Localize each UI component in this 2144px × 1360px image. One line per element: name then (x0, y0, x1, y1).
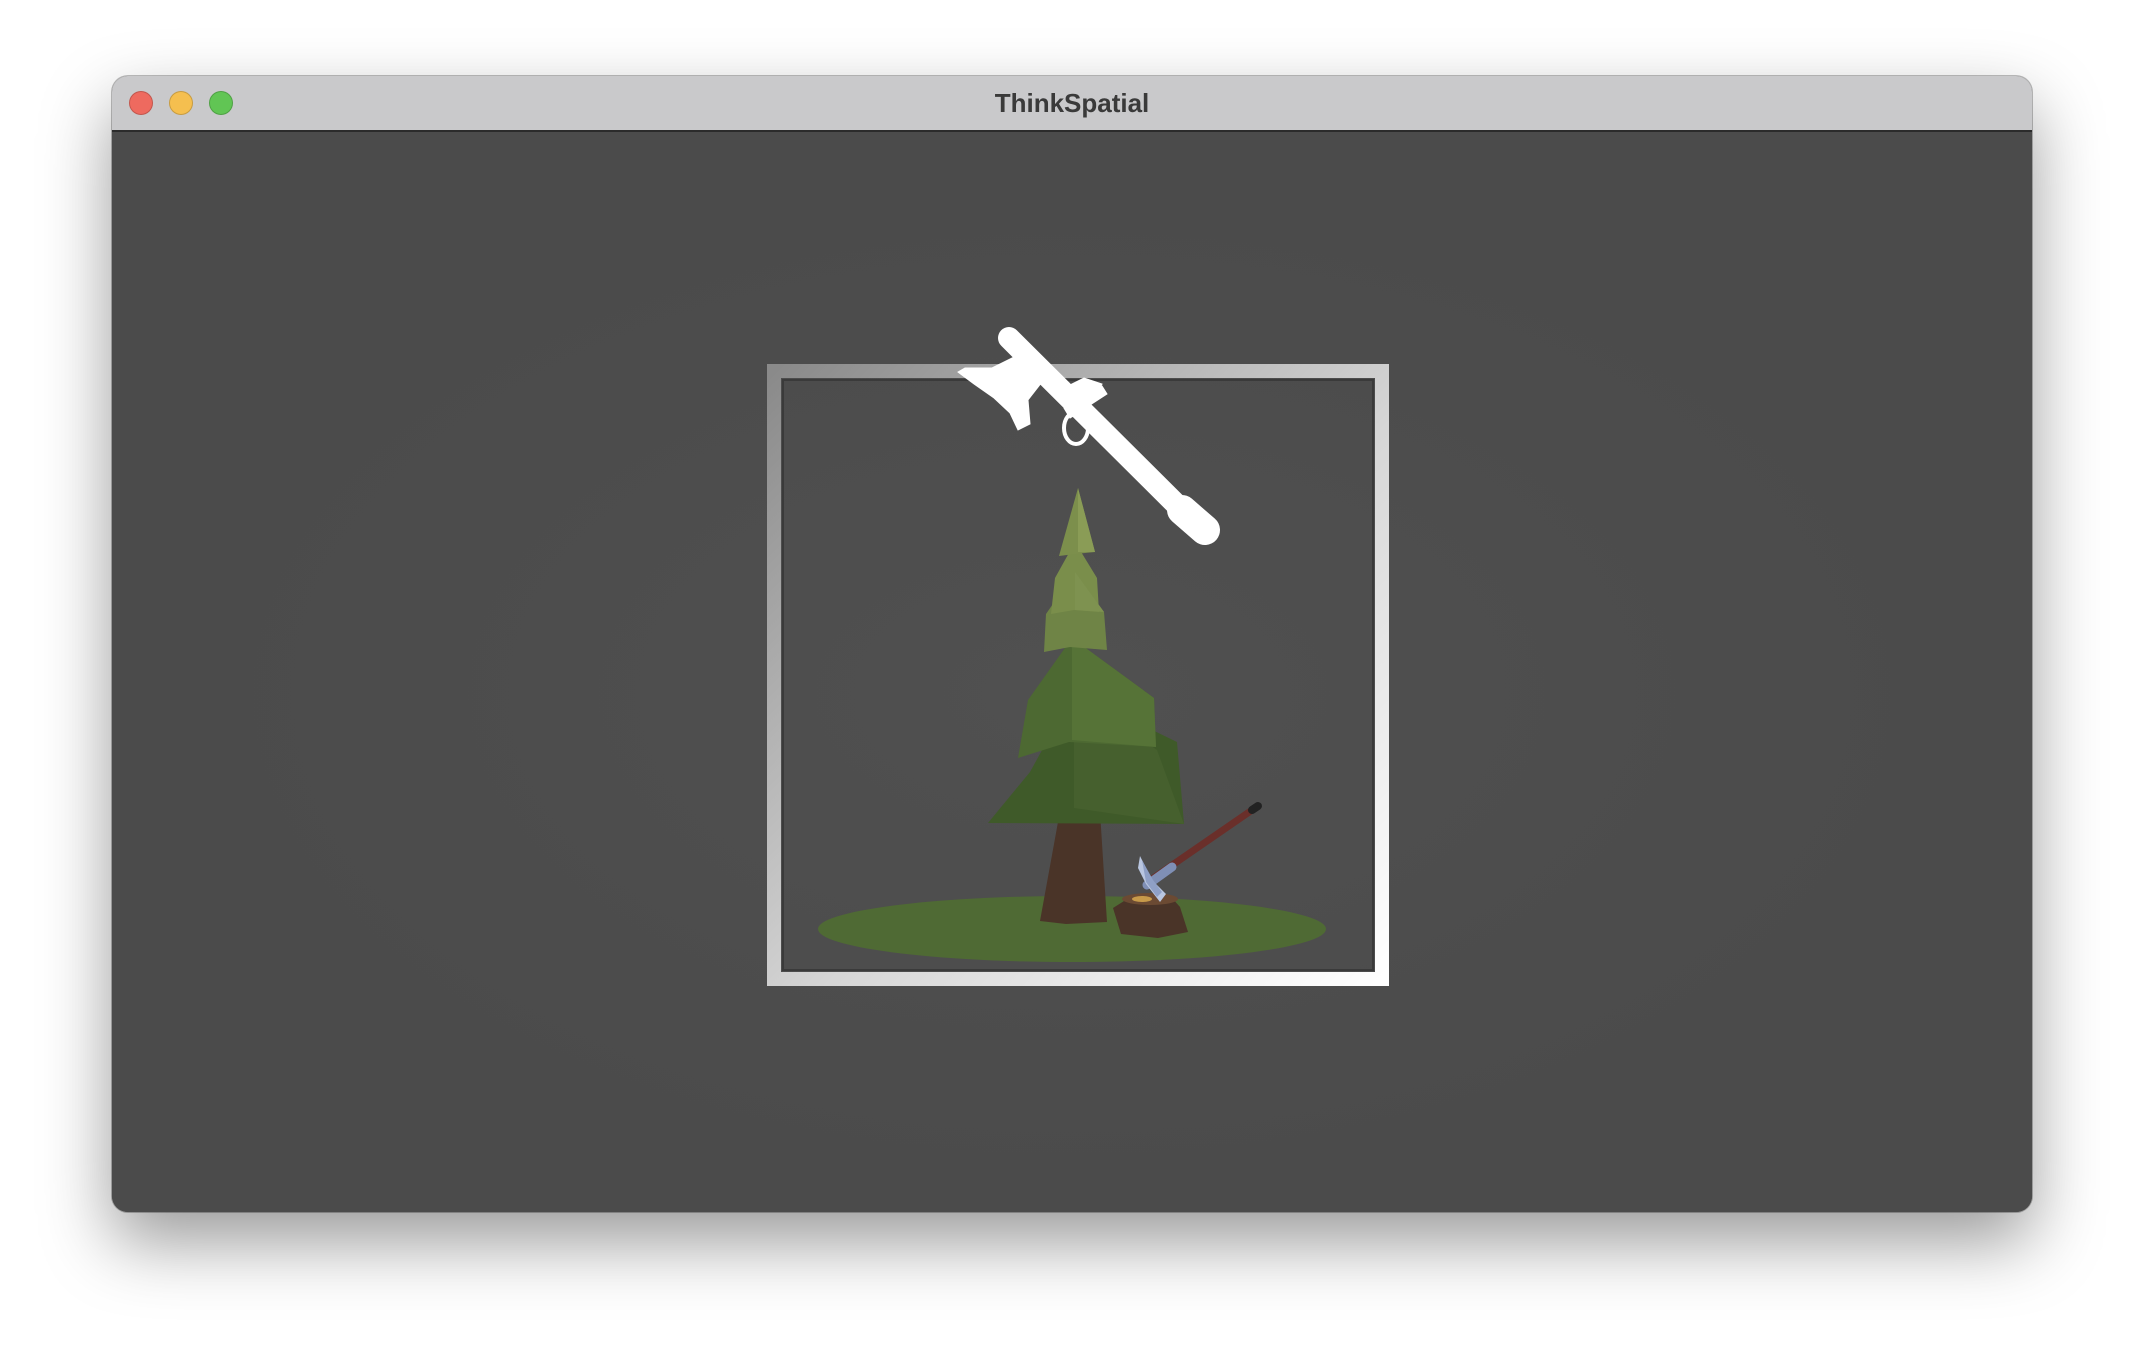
window-title: ThinkSpatial (994, 88, 1150, 118)
app-window: ThinkSpatial (112, 76, 2032, 1212)
tree-stump-icon (1113, 893, 1188, 938)
viewport[interactable] (112, 132, 2032, 1212)
scene-canvas[interactable] (112, 132, 2032, 1212)
title-bar: ThinkSpatial (112, 76, 2032, 132)
